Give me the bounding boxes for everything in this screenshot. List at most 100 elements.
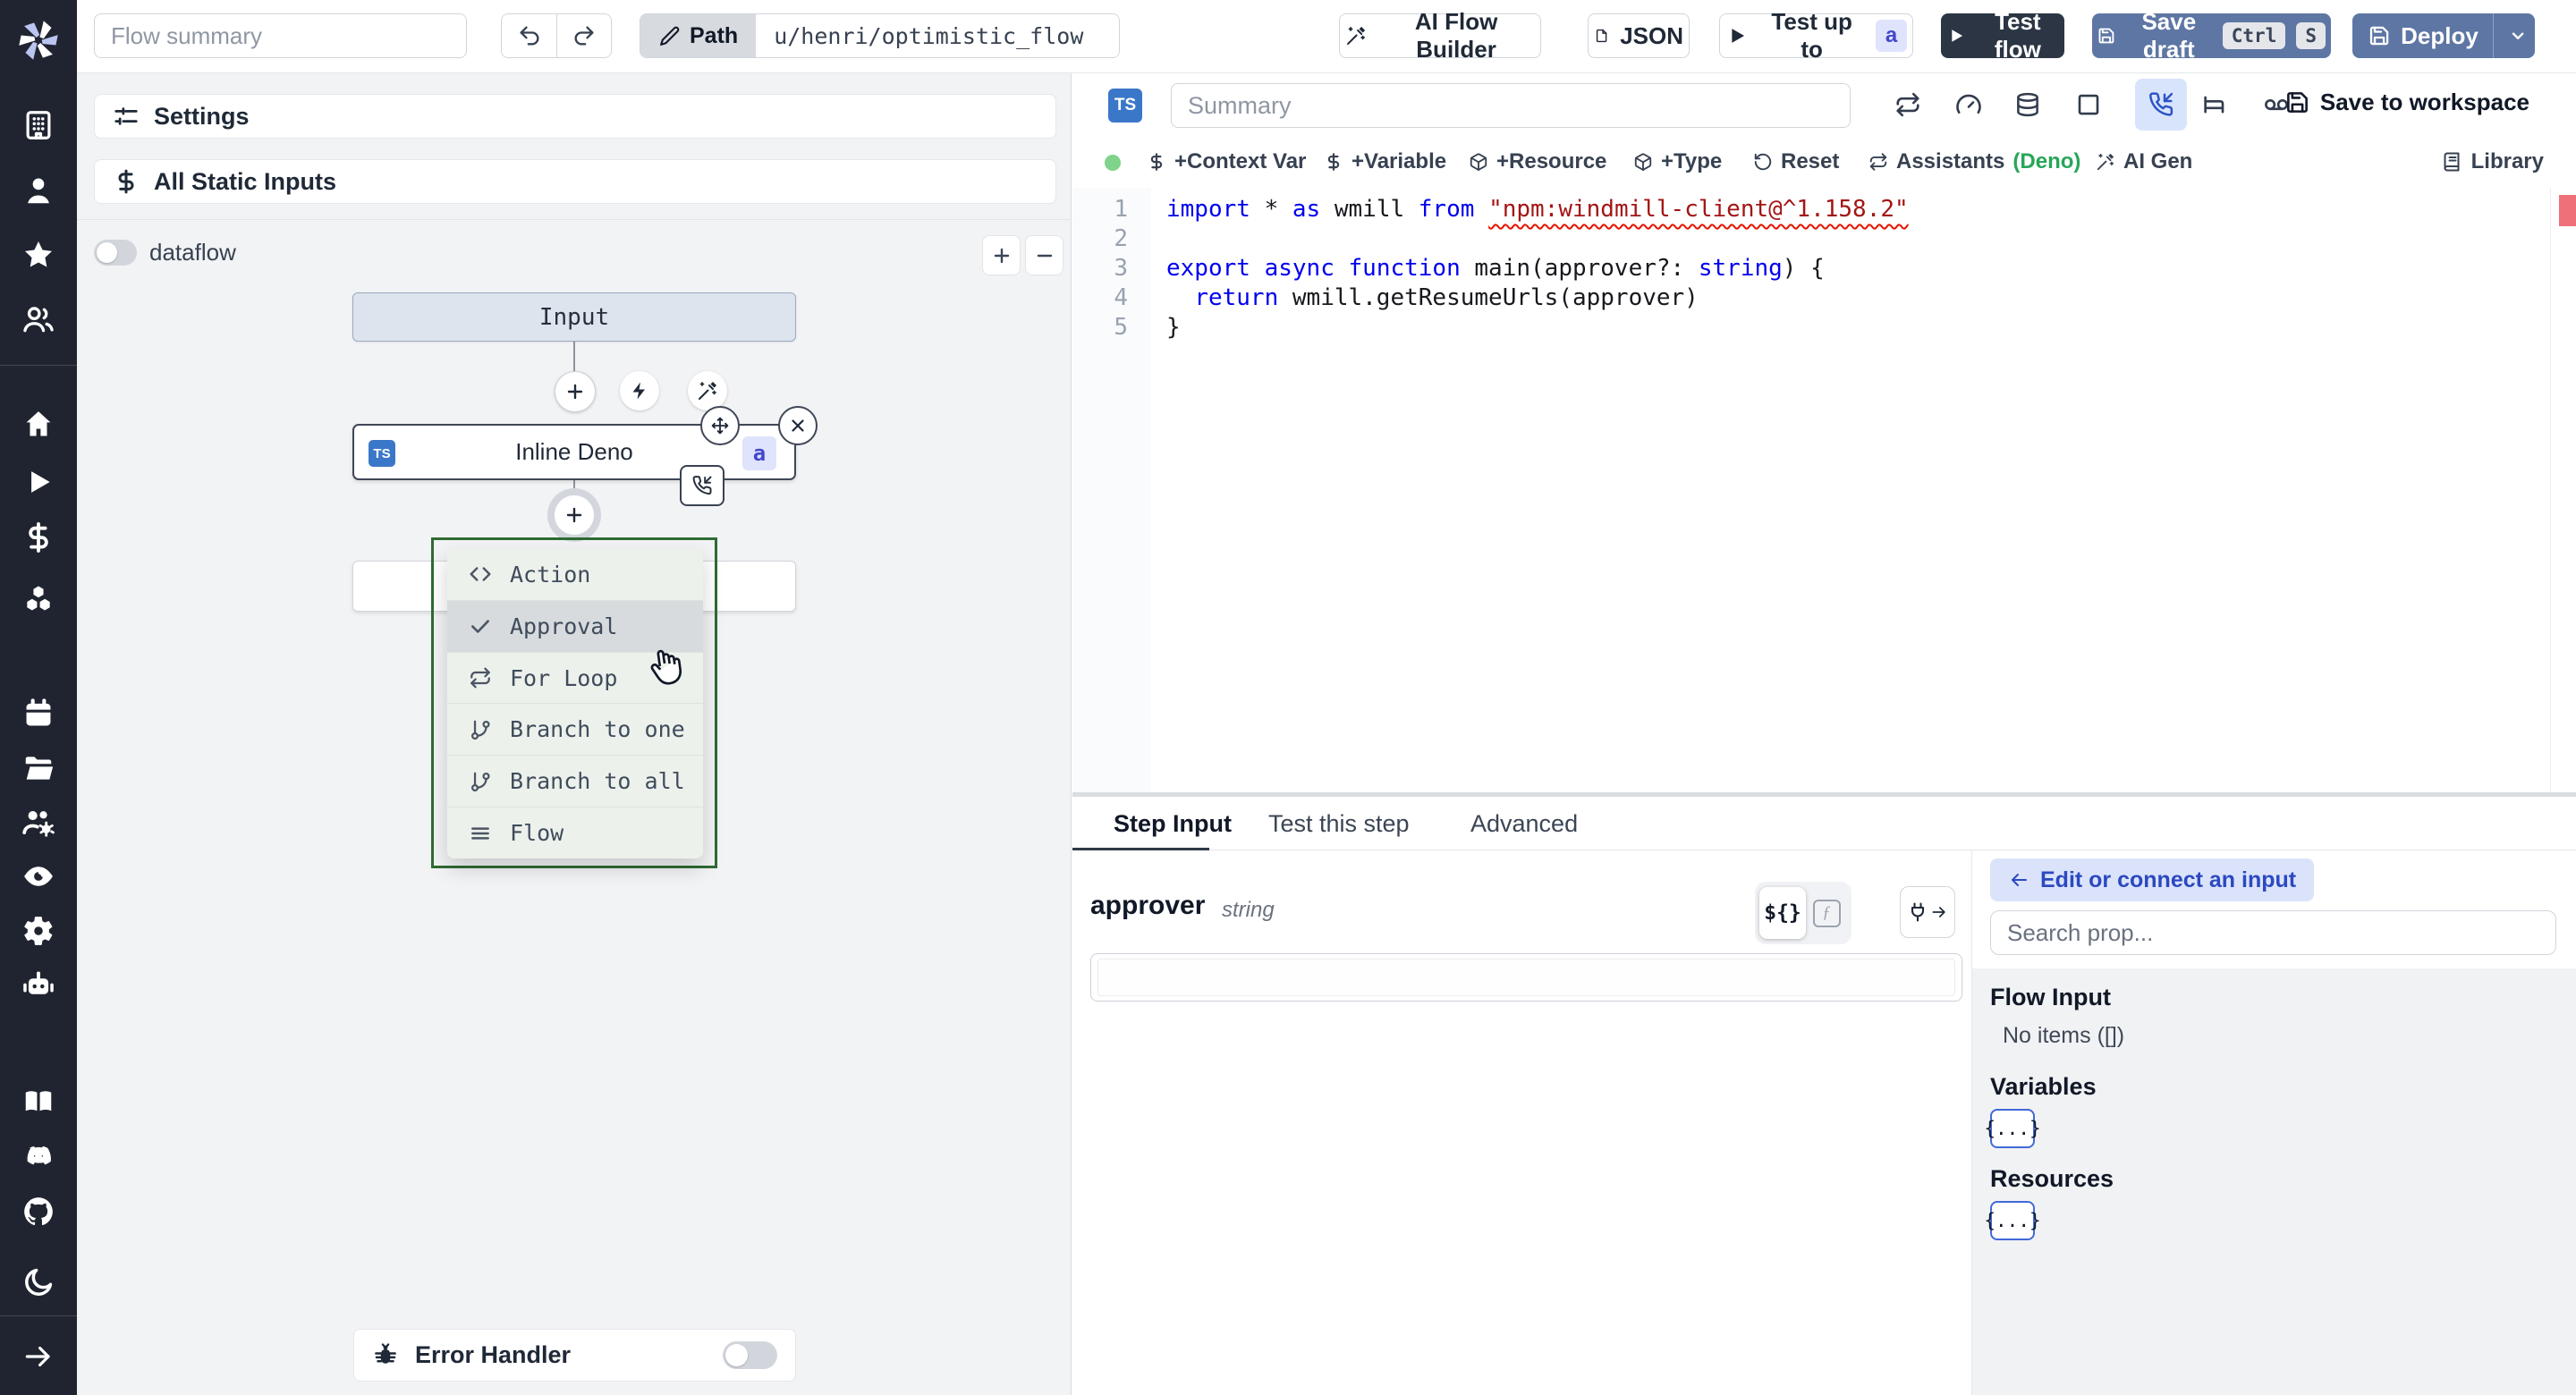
windmill-logo[interactable]: [13, 14, 64, 60]
sidebar-item-favorites[interactable]: [21, 238, 55, 272]
toolbar-type-button[interactable]: +Type: [1633, 136, 1722, 188]
toolbar-resource-button[interactable]: +Resource: [1469, 136, 1606, 188]
sidebar-item-dark-mode[interactable]: [21, 1265, 55, 1299]
sidebar-item-audit-logs[interactable]: [21, 859, 55, 893]
code-line[interactable]: 5}: [1072, 313, 2576, 342]
undo-icon: [517, 23, 542, 48]
code-line[interactable]: 4 return wmill.getResumeUrls(approver): [1072, 283, 2576, 313]
toolbar-variable-button[interactable]: +Variable: [1324, 136, 1446, 188]
test-up-to-step-badge: a: [1876, 20, 1907, 52]
sidebar-item-folders[interactable]: [21, 751, 55, 785]
edit-or-connect-button[interactable]: Edit or connect an input: [1990, 858, 2315, 901]
sidebar-item-schedules[interactable]: [21, 697, 55, 731]
sidebar-item-github[interactable]: [21, 1195, 55, 1229]
save-to-workspace-button[interactable]: Save to workspace: [2285, 89, 2529, 116]
chevron-down-icon[interactable]: [2508, 25, 2528, 46]
code-line[interactable]: 1 import * as wmill from "npm:windmill-cl…: [1072, 195, 2576, 224]
resources-expand-chip[interactable]: {...}: [1984, 1201, 2041, 1240]
sidebar-item-docs[interactable]: [21, 1085, 55, 1119]
toolbar-reset-button[interactable]: Reset: [1753, 136, 1839, 188]
git-branch-icon: [469, 718, 492, 741]
sidebar-item-runs[interactable]: [21, 465, 55, 499]
sidebar-item-discord[interactable]: [21, 1139, 55, 1173]
sidebar-item-instance-settings[interactable]: [21, 914, 55, 948]
zoom-in-button[interactable]: [982, 235, 1021, 275]
tab-step-input[interactable]: Step Input: [1114, 797, 1232, 850]
sleep-button[interactable]: [2200, 91, 2227, 118]
move-icon: [710, 416, 730, 435]
early-stop-button[interactable]: [1955, 91, 1982, 118]
plus-icon: [564, 381, 586, 402]
sidebar-item-workers[interactable]: [21, 806, 55, 840]
menu-item-branch-to-all[interactable]: Branch to all: [447, 756, 703, 808]
insert-step-button[interactable]: [555, 371, 596, 412]
dollar-icon: [1324, 152, 1343, 172]
undo-button[interactable]: [501, 13, 556, 58]
retries-button[interactable]: [1894, 91, 1921, 118]
json-label: JSON: [1620, 21, 1683, 49]
test-up-to-button[interactable]: Test up to a: [1719, 8, 1913, 63]
sidebar-item-home[interactable]: [21, 407, 55, 441]
dataflow-toggle[interactable]: [94, 240, 137, 266]
variables-expand-chip[interactable]: {...}: [1984, 1109, 2041, 1148]
concurrency-button[interactable]: [2075, 91, 2102, 118]
suspend-badge[interactable]: [680, 465, 724, 506]
path-value[interactable]: u/henri/optimistic_flow: [756, 14, 1120, 57]
json-button[interactable]: JSON: [1588, 13, 1690, 58]
fn-mode-button[interactable]: ƒ: [1806, 899, 1847, 927]
flow-summary-input[interactable]: [94, 13, 467, 58]
sidebar-item-user[interactable]: [21, 173, 55, 207]
sidebar-item-variables[interactable]: [21, 520, 55, 554]
sidebar-item-workspace[interactable]: [21, 108, 55, 142]
menu-item-flow[interactable]: Flow: [447, 807, 703, 858]
flow-settings-button[interactable]: Settings: [94, 94, 1056, 139]
tab-test-this-step[interactable]: Test this step: [1268, 797, 1410, 850]
menu-item-action[interactable]: Action: [447, 549, 703, 601]
sidebar-item-ai[interactable]: [21, 969, 55, 1003]
all-static-inputs-button[interactable]: All Static Inputs: [94, 159, 1056, 204]
error-handler-card[interactable]: Error Handler: [353, 1329, 796, 1382]
connect-input-button[interactable]: [1900, 886, 1955, 938]
step-summary-input[interactable]: [1171, 83, 1851, 128]
topbar: Path u/henri/optimistic_flow AI Flow Bui…: [77, 0, 2576, 73]
sidebar-item-resources[interactable]: [21, 581, 55, 615]
menu-item-branch-to-one[interactable]: Branch to one: [447, 704, 703, 757]
deploy-button[interactable]: Deploy: [2352, 13, 2535, 58]
approver-input-wrap: [1090, 953, 1962, 1002]
move-node-button[interactable]: [700, 406, 740, 445]
toolbar-contextvar-button[interactable]: +Context Var: [1147, 136, 1306, 188]
search-prop-input[interactable]: [1990, 910, 2556, 955]
expr-mode-button[interactable]: ${}: [1759, 887, 1806, 939]
code-editor[interactable]: 1 import * as wmill from "npm:windmill-cl…: [1072, 188, 2576, 792]
approver-input[interactable]: [1097, 959, 1955, 996]
save-draft-button[interactable]: Save draft Ctrl S: [2092, 8, 2331, 63]
input-mode-toggle: ${} ƒ: [1755, 882, 1852, 944]
sidebar-item-groups[interactable]: [21, 302, 55, 336]
insert-step-button-active[interactable]: [555, 495, 594, 535]
input-node[interactable]: Input: [352, 292, 796, 342]
suspend-approval-button[interactable]: [2135, 79, 2187, 131]
package-icon: [1469, 152, 1488, 172]
field-name: approver: [1090, 891, 1206, 920]
ai-flow-builder-button[interactable]: AI Flow Builder: [1339, 8, 1541, 63]
ai-suggest-button[interactable]: [688, 371, 727, 410]
tab-advanced[interactable]: Advanced: [1470, 797, 1578, 850]
error-handler-toggle[interactable]: [723, 1341, 777, 1369]
path-label: Path: [690, 22, 739, 48]
test-flow-label: Test flow: [1994, 8, 2041, 63]
test-flow-button[interactable]: Test flow: [1941, 8, 2064, 63]
toolbar-assistants-button[interactable]: Assistants (Deno): [1868, 136, 2080, 188]
code-line[interactable]: 2: [1072, 224, 2576, 254]
library-button[interactable]: Library: [2441, 136, 2544, 188]
add-trigger-button[interactable]: [620, 371, 659, 410]
zoom-out-button[interactable]: [1025, 235, 1063, 275]
path-button[interactable]: Path: [640, 14, 757, 57]
typescript-badge: TS: [369, 440, 395, 467]
cache-button[interactable]: [2014, 91, 2041, 118]
toolbar-aigen-button[interactable]: AI Gen: [2096, 136, 2192, 188]
code-line[interactable]: 3 export async function main(approver?: s…: [1072, 254, 2576, 283]
save-icon: [2097, 24, 2115, 47]
redo-button[interactable]: [556, 13, 612, 58]
delete-node-button[interactable]: [778, 406, 818, 445]
sidebar-item-expand-sidebar[interactable]: [21, 1340, 55, 1374]
